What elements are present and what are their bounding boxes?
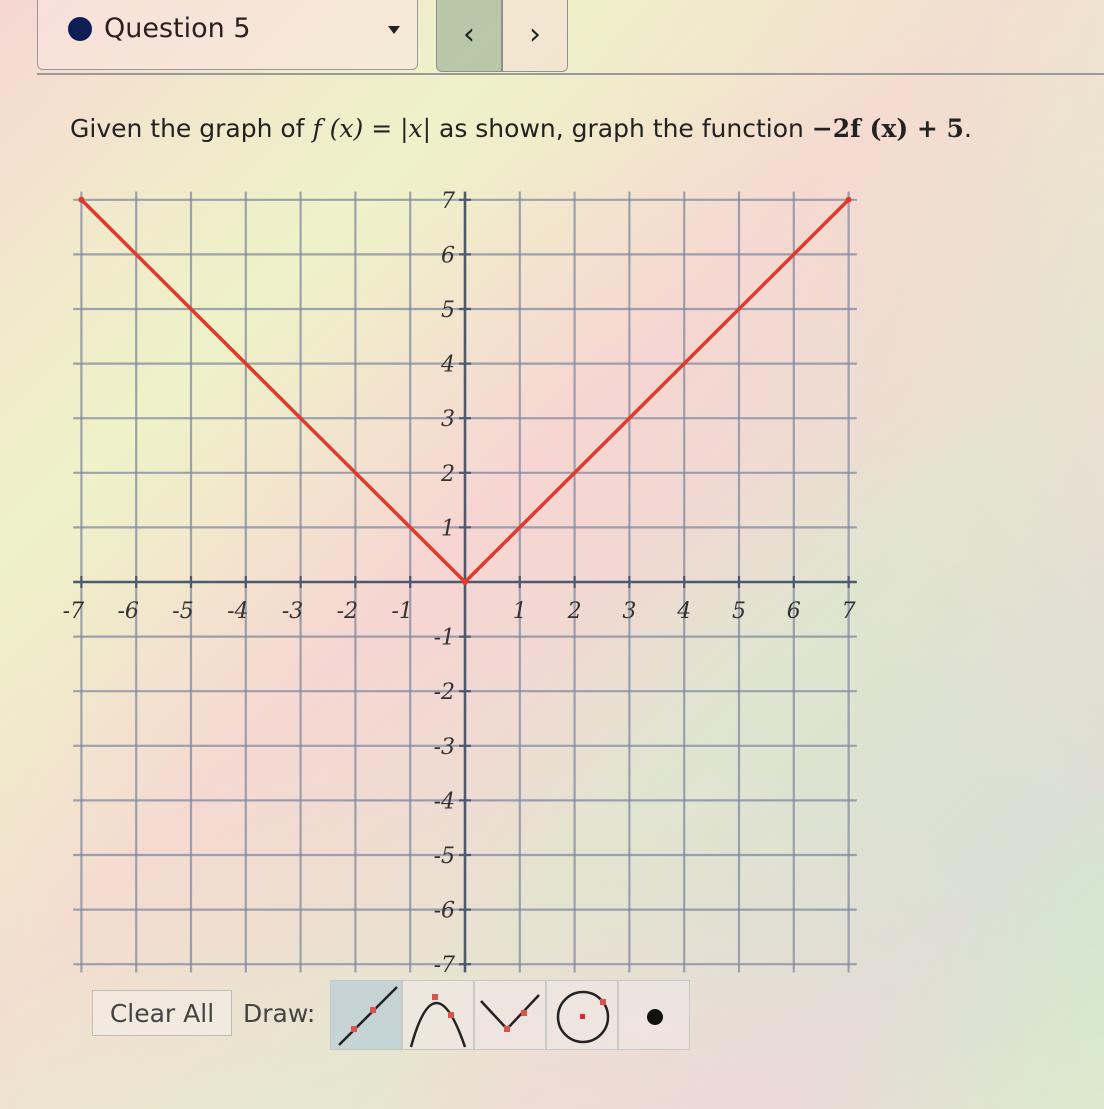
x-tick-label: 3 [622, 599, 636, 624]
clear-all-button[interactable]: Clear All [92, 990, 232, 1036]
point-tool-button[interactable] [618, 980, 690, 1050]
x-tick-label: -7 [63, 599, 84, 624]
x-tick-label: 1 [513, 599, 527, 624]
parabola-tool-button[interactable] [402, 980, 474, 1050]
x-tick-label: -2 [337, 599, 358, 624]
x-tick-label: -4 [227, 599, 248, 624]
x-tick-label: -3 [282, 599, 303, 624]
x-tick-label: 5 [732, 599, 746, 624]
parabola-tool-icon [409, 994, 467, 1048]
absolute-value-tool-icon [480, 994, 540, 1032]
y-tick-label: -7 [434, 953, 455, 978]
series-point [845, 196, 852, 203]
draw-label: Draw: [243, 999, 316, 1028]
x-tick-label: -5 [172, 599, 193, 624]
y-tick-label: 7 [441, 189, 455, 214]
line-tool-icon [338, 986, 398, 1046]
y-tick-label: -4 [434, 789, 455, 814]
x-tick-label: 7 [842, 599, 856, 624]
y-tick-label: -5 [434, 844, 455, 869]
x-tick-label: -6 [117, 599, 138, 624]
y-tick-label: 4 [440, 353, 455, 378]
y-tick-label: 6 [441, 243, 455, 268]
y-tick-label: 5 [441, 298, 455, 323]
y-tick-label: -3 [434, 735, 455, 760]
x-tick-labels: -7 -6 -5 -4 -3 -2 -1 1 2 3 4 5 6 7 [63, 599, 856, 624]
y-tick-labels: -7 -6 -5 -4 -3 -2 -1 1 2 3 4 5 6 7 [434, 189, 455, 978]
y-tick-label: 3 [441, 407, 455, 432]
y-tick-label: 1 [441, 516, 455, 541]
circle-tool-icon [556, 990, 610, 1044]
series-point [78, 196, 85, 203]
y-tick-label: -6 [434, 899, 455, 924]
absolute-value-tool-button[interactable] [474, 980, 546, 1050]
point-tool-icon [647, 1009, 663, 1025]
x-tick-label: -1 [391, 599, 412, 624]
x-tick-label: 6 [787, 599, 801, 624]
y-tick-label: -2 [434, 680, 455, 705]
graph-canvas[interactable]: -7 -6 -5 -4 -3 -2 -1 1 2 3 4 5 6 7 -7 -6 -5 -4 -3 -2 -1 1 2 3 4… [0, 0, 1104, 1109]
y-tick-label: 2 [440, 462, 455, 487]
series-point [462, 579, 468, 585]
line-tool-button[interactable] [330, 980, 402, 1050]
x-tick-label: 4 [676, 599, 691, 624]
y-tick-label: -1 [434, 626, 455, 651]
x-tick-label: 2 [567, 599, 582, 624]
circle-tool-button[interactable] [546, 980, 618, 1050]
